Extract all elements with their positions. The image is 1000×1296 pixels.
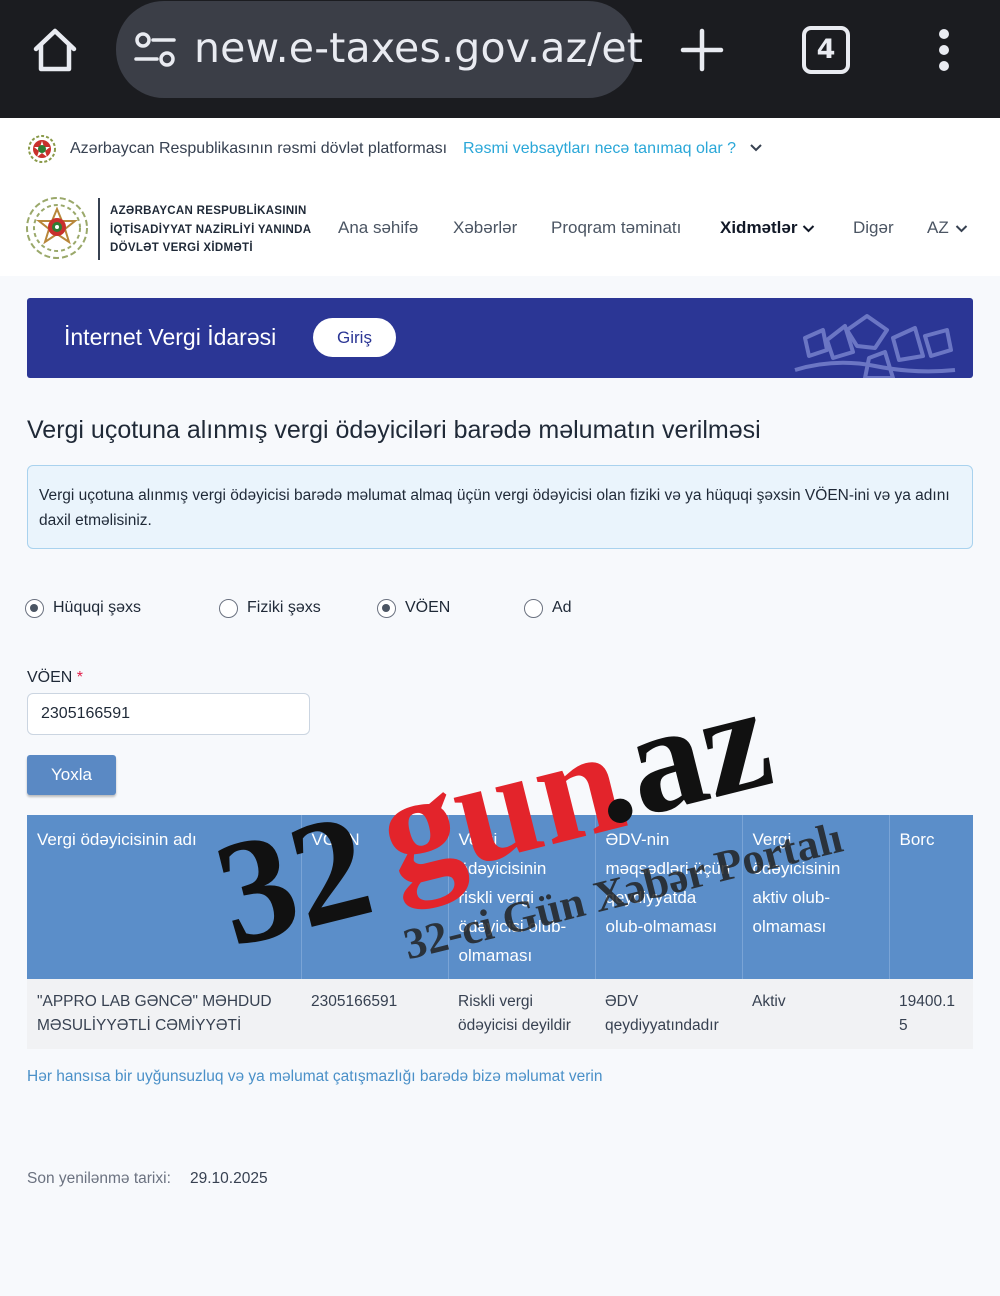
internet-tax-office-banner: İnternet Vergi İdarəsi Giriş bbox=[27, 298, 973, 378]
report-issue-link[interactable]: Hər hansısa bir uyğunsuzluq və ya məluma… bbox=[27, 1068, 603, 1086]
url-text[interactable]: new.e-taxes.gov.az/et bbox=[194, 24, 643, 72]
radio-legal-entity[interactable]: Hüquqi şəxs bbox=[25, 597, 141, 619]
radio-physical-person[interactable]: Fiziki şəxs bbox=[219, 597, 321, 619]
table-row: "APPRO LAB GƏNCƏ" MƏHDUD MƏSULİYYƏTLİ CƏ… bbox=[27, 979, 973, 1049]
last-updated-label: Son yenilənmə tarixi: bbox=[27, 1170, 171, 1187]
col-header-active: Vergi ödəyicisinin aktiv olub-olmaması bbox=[742, 815, 890, 979]
col-header-name: Vergi ödəyicisinin adı bbox=[27, 815, 302, 979]
tabs-icon[interactable]: 4 bbox=[802, 26, 850, 74]
col-header-vat: ƏDV-nin məqsədləri üçün qeydiyyatda olub… bbox=[595, 815, 743, 979]
tax-service-emblem-icon[interactable] bbox=[24, 195, 90, 261]
voen-label-text: VÖEN bbox=[27, 669, 73, 686]
official-platform-text: Azərbaycan Respublikasının rəsmi dövlət … bbox=[70, 140, 448, 157]
chevron-down-icon[interactable] bbox=[749, 141, 763, 155]
home-icon[interactable] bbox=[30, 25, 80, 75]
organization-name[interactable]: AZƏRBAYCAN RESPUBLİKASININ İQTİSADİYYAT … bbox=[110, 202, 311, 258]
table-header-row: Vergi ödəyicisinin adı VÖEN Vergi ödəyic… bbox=[27, 815, 973, 979]
language-selector[interactable]: AZ bbox=[927, 218, 949, 238]
nav-software[interactable]: Proqram təminatı bbox=[551, 218, 681, 238]
page-title: Vergi uçotuna alınmış vergi ödəyiciləri … bbox=[27, 416, 761, 444]
cell-name: "APPRO LAB GƏNCƏ" MƏHDUD MƏSULİYYƏTLİ CƏ… bbox=[27, 979, 301, 1049]
chevron-down-icon[interactable] bbox=[955, 222, 968, 235]
banner-ornament-icon bbox=[794, 314, 956, 378]
cell-voen: 2305166591 bbox=[301, 979, 448, 1049]
radio-label: Ad bbox=[552, 599, 572, 616]
required-marker: * bbox=[76, 669, 84, 686]
radio-checked-icon[interactable] bbox=[25, 598, 44, 618]
state-emblem-icon bbox=[28, 135, 56, 163]
col-header-risky: Vergi ödəyicisinin riskli vergi ödəyicis… bbox=[448, 815, 596, 979]
voen-input[interactable] bbox=[27, 693, 310, 735]
col-header-debt: Borc bbox=[889, 815, 973, 979]
nav-home[interactable]: Ana səhifə bbox=[338, 218, 418, 238]
radio-label: VÖEN bbox=[405, 599, 451, 616]
org-name-line1: AZƏRBAYCAN RESPUBLİKASININ bbox=[110, 205, 307, 217]
plus-icon[interactable] bbox=[678, 26, 726, 74]
last-updated-value: 29.10.2025 bbox=[190, 1170, 268, 1187]
col-header-voen: VÖEN bbox=[301, 815, 449, 979]
radio-checked-icon[interactable] bbox=[377, 598, 396, 618]
tune-icon[interactable] bbox=[134, 32, 176, 68]
results-table: Vergi ödəyicisinin adı VÖEN Vergi ödəyic… bbox=[27, 815, 973, 1049]
info-text: Vergi uçotuna alınmış vergi ödəyicisi ba… bbox=[39, 487, 950, 529]
radio-unchecked-icon[interactable] bbox=[524, 598, 543, 618]
radio-label: Hüquqi şəxs bbox=[53, 599, 142, 616]
radio-search-by-voen[interactable]: VÖEN bbox=[377, 597, 450, 619]
cell-debt: 19400.15 bbox=[889, 979, 973, 1049]
radio-search-by-name[interactable]: Ad bbox=[524, 597, 572, 619]
login-button[interactable]: Giriş bbox=[313, 318, 396, 357]
chevron-down-icon[interactable] bbox=[802, 222, 815, 235]
official-sites-link[interactable]: Rəsmi vebsaytları necə tanımaq olar ? bbox=[463, 140, 736, 158]
nav-other[interactable]: Digər bbox=[853, 218, 894, 238]
org-name-line2: İQTİSADİYYAT NAZİRLİYİ YANINDA bbox=[110, 223, 312, 236]
cell-vat: ƏDV qeydiyyatındadır bbox=[595, 979, 742, 1049]
cell-active: Aktiv bbox=[742, 979, 889, 1049]
header-divider bbox=[98, 198, 100, 260]
more-icon[interactable] bbox=[932, 28, 956, 74]
banner-title: İnternet Vergi İdarəsi bbox=[64, 324, 277, 350]
cell-risky: Riskli vergi ödəyicisi deyildir bbox=[448, 979, 595, 1049]
radio-unchecked-icon[interactable] bbox=[219, 598, 238, 618]
nav-services[interactable]: Xidmətlər bbox=[720, 218, 797, 238]
radio-label: Fiziki şəxs bbox=[247, 599, 321, 616]
org-name-line3: DÖVLƏT VERGİ XİDMƏTİ bbox=[110, 242, 253, 254]
voen-field-label: VÖEN * bbox=[27, 669, 83, 687]
info-box: Vergi uçotuna alınmış vergi ödəyicisi ba… bbox=[27, 465, 973, 549]
check-button[interactable]: Yoxla bbox=[27, 755, 116, 795]
nav-news[interactable]: Xəbərlər bbox=[453, 218, 517, 238]
